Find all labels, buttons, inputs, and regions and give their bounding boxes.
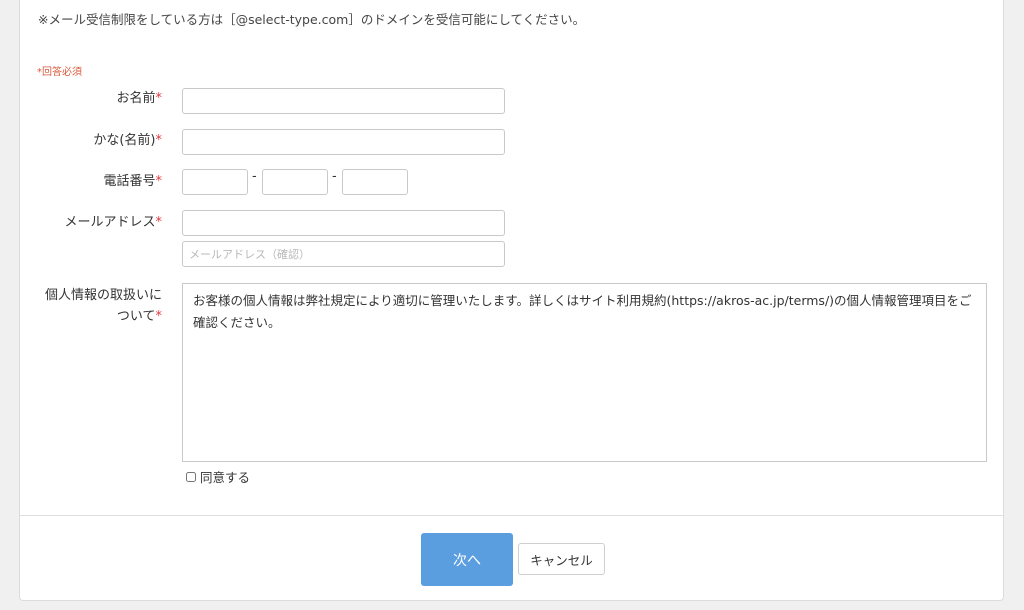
privacy-policy-textbox[interactable]: お客様の個人情報は弊社規定により適切に管理いたします。詳しくはサイト利用規約(h… [182, 283, 987, 462]
cancel-button[interactable]: キャンセル [518, 543, 605, 575]
privacy-label-line1: 個人情報の取扱いに [44, 288, 162, 303]
kana-input[interactable] [182, 129, 505, 155]
privacy-label: 個人情報の取扱いに ついて* [32, 285, 162, 327]
required-note: *回答必須 [37, 67, 82, 78]
required-mark: * [155, 91, 163, 106]
kana-label: かな(名前)* [93, 130, 162, 151]
name-input[interactable] [182, 88, 505, 114]
privacy-label-line2: ついて [116, 309, 156, 324]
required-mark: * [155, 174, 163, 189]
agree-checkbox-row[interactable]: 同意する [186, 467, 250, 486]
name-label-text: お名前 [116, 91, 156, 106]
email-domain-notice: ※メール受信制限をしている方は［@select-type.com］のドメインを受… [38, 12, 586, 27]
phone-input-part1[interactable] [182, 169, 248, 195]
phone-label-text: 電話番号 [103, 174, 156, 189]
required-mark: * [155, 309, 163, 324]
email-label-text: メールアドレス [64, 215, 156, 230]
email-confirm-input[interactable] [182, 241, 505, 267]
agree-checkbox[interactable] [186, 471, 196, 482]
required-mark: * [155, 133, 163, 148]
form-card: ※メール受信制限をしている方は［@select-type.com］のドメインを受… [19, 0, 1004, 601]
next-button[interactable]: 次へ [421, 533, 513, 586]
kana-label-text: かな(名前) [93, 133, 156, 148]
footer-divider [20, 515, 1003, 516]
email-label: メールアドレス* [64, 212, 162, 233]
phone-input-part3[interactable] [342, 169, 408, 195]
phone-separator-2: - [332, 169, 337, 184]
agree-label: 同意する [200, 470, 251, 485]
name-label: お名前* [116, 88, 162, 109]
required-mark: * [155, 215, 163, 230]
email-input[interactable] [182, 210, 505, 236]
phone-input-part2[interactable] [262, 169, 328, 195]
phone-separator-1: - [252, 169, 257, 184]
phone-label: 電話番号* [103, 171, 162, 192]
